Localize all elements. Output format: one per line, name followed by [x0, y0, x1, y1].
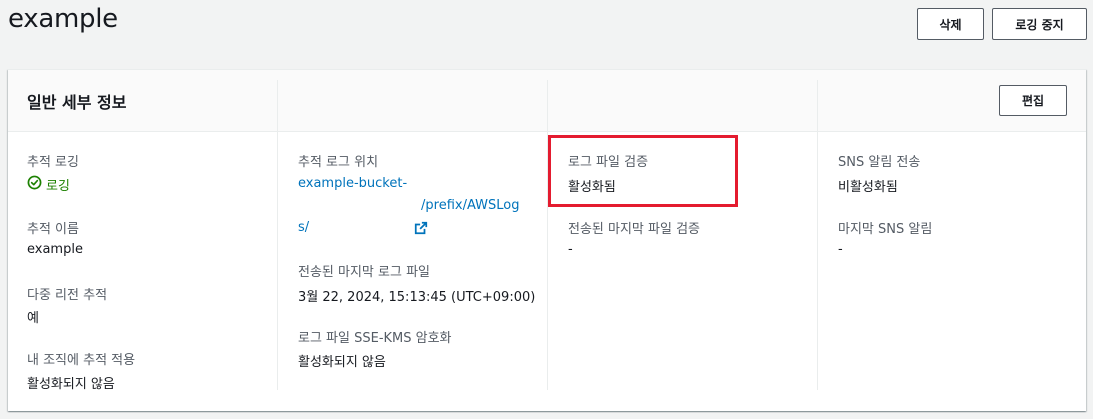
panel-title: 일반 세부 정보 — [27, 93, 127, 112]
external-link-icon[interactable] — [414, 220, 428, 239]
page-title: example — [8, 4, 118, 34]
column-divider — [277, 80, 278, 390]
multi-region-label: 다중 리전 추적 — [27, 288, 108, 303]
last-digest-value: - — [568, 242, 573, 257]
last-digest-label: 전송된 마지막 파일 검증 — [568, 222, 700, 237]
last-log-file-label: 전송된 마지막 로그 파일 — [298, 265, 430, 280]
highlight-box — [548, 135, 738, 207]
sns-delivery-label: SNS 알림 전송 — [838, 155, 921, 170]
org-trail-value: 활성화되지 않음 — [27, 377, 115, 392]
sse-kms-value: 활성화되지 않음 — [298, 355, 386, 370]
org-trail-label: 내 조직에 추적 적용 — [27, 353, 136, 368]
column-divider — [547, 80, 548, 390]
sns-delivery-value: 비활성화됨 — [838, 180, 898, 195]
trail-logging-label: 추적 로깅 — [27, 155, 79, 170]
logging-status-text: 로깅 — [46, 179, 70, 194]
last-log-file-value: 3월 22, 2024, 15:13:45 (UTC+09:00) — [298, 290, 536, 305]
last-sns-label: 마지막 SNS 알림 — [838, 222, 933, 237]
log-location-link[interactable]: example-bucket- — [298, 176, 407, 191]
log-location-link[interactable]: /prefix/AWSLog — [421, 198, 519, 213]
log-location-link[interactable]: s/ — [298, 220, 309, 235]
logging-status: 로깅 — [27, 175, 70, 194]
multi-region-value: 예 — [27, 311, 39, 326]
check-circle-icon — [27, 175, 42, 194]
trail-name-value: example — [27, 242, 83, 257]
delete-button[interactable]: 삭제 — [917, 8, 984, 40]
sse-kms-label: 로그 파일 SSE-KMS 암호화 — [298, 331, 452, 346]
stop-logging-button[interactable]: 로깅 중지 — [992, 8, 1087, 40]
trail-name-label: 추적 이름 — [27, 222, 79, 237]
edit-button[interactable]: 편집 — [999, 85, 1067, 116]
column-divider — [817, 80, 818, 390]
log-location-label: 추적 로그 위치 — [298, 155, 379, 170]
last-sns-value: - — [838, 242, 843, 257]
